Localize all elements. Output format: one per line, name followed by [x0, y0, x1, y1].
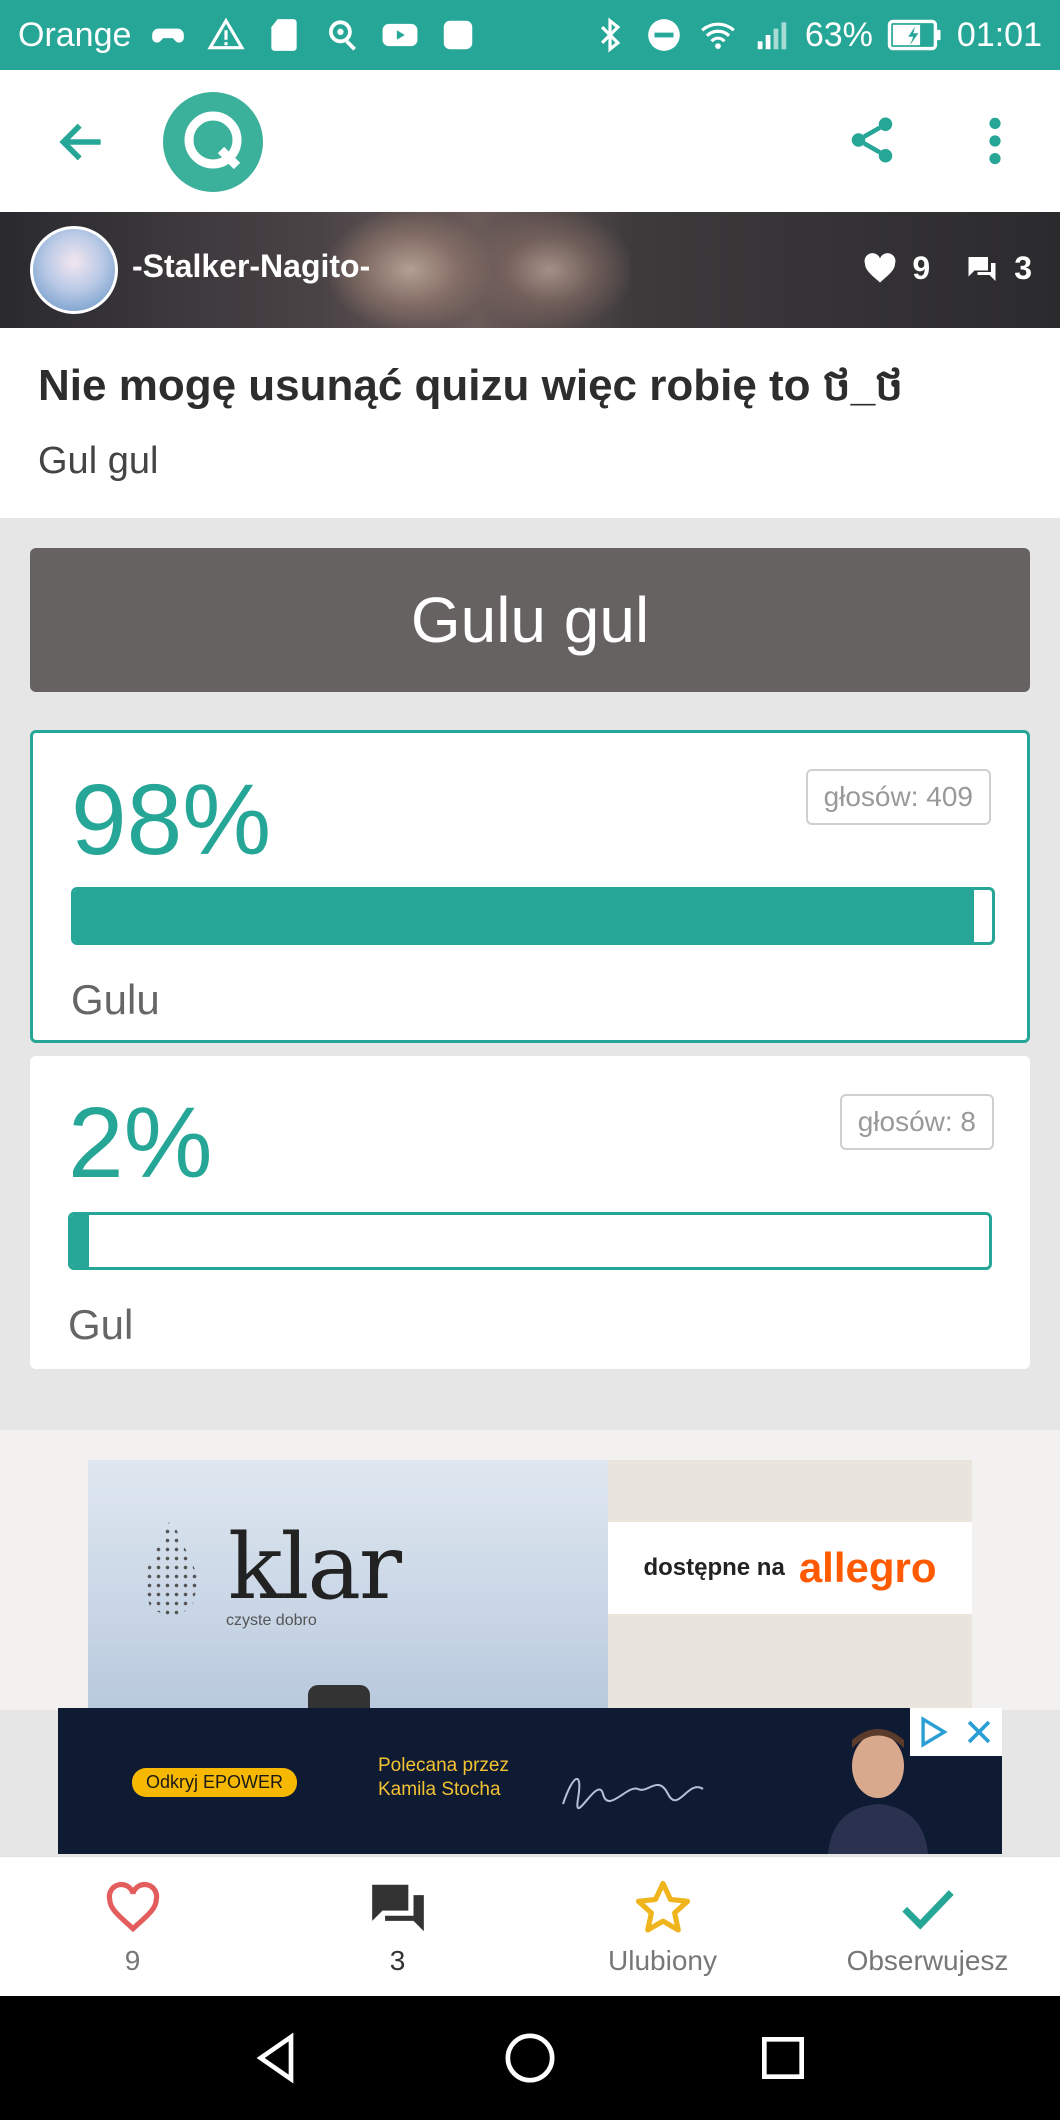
close-icon [967, 1720, 991, 1744]
option-votes-badge: głosów: 8 [839, 1094, 994, 1150]
check-icon [901, 1890, 954, 1930]
nav-home-icon[interactable] [502, 2030, 558, 2086]
quiz-title: Nie mogę usunąć quizu więc robię to ថ_ថ [38, 361, 904, 410]
do-not-disturb-icon [643, 14, 685, 56]
comments-button[interactable]: 3 [265, 1857, 530, 1997]
heart-icon [864, 252, 896, 282]
allegro-badge: dostępne na allegro [608, 1522, 972, 1614]
app-bar [0, 70, 1060, 212]
likes-count: 9 [912, 250, 931, 286]
option-percent: 98% [71, 764, 272, 876]
comments-icon [968, 256, 996, 281]
poll-option[interactable]: 2% głosów: 8 Gul [30, 1056, 1030, 1369]
system-nav-bar [0, 1996, 1060, 2120]
banner-ad[interactable]: Odkryj EPOWER Polecana przez Kamila Stoc… [58, 1708, 1002, 1854]
quiz-subtitle: Gul gul [38, 440, 159, 482]
option-percent: 2% [68, 1087, 213, 1199]
option-progress-fill [71, 1215, 90, 1267]
arrow-left-icon [59, 123, 101, 161]
allegro-logo: allegro [798, 1544, 937, 1591]
signal-icon [751, 14, 793, 56]
carrier-name: Orange [18, 15, 132, 54]
klar-tagline: czyste dobro [226, 1612, 317, 1629]
ad-text: Polecana przez Kamila Stocha [378, 1755, 509, 1800]
favorite-button[interactable]: Ulubiony [530, 1857, 795, 1997]
sd-card-icon [263, 14, 305, 56]
clock: 01:01 [956, 15, 1042, 54]
product-bottle-image [308, 1685, 370, 1710]
more-options-button[interactable] [970, 106, 1020, 176]
share-button[interactable] [842, 110, 902, 170]
poll-question: Gulu gul [30, 548, 1030, 692]
q-logo-icon [184, 111, 242, 170]
ad-choices[interactable] [910, 1708, 1002, 1756]
nav-back-icon[interactable] [249, 2030, 305, 2086]
option-progress-bar [71, 887, 995, 945]
option-votes-badge: głosów: 409 [805, 769, 991, 825]
option-label: Gulu [71, 976, 160, 1023]
option-label: Gul [68, 1301, 134, 1348]
comments-count-label: 3 [389, 1945, 406, 1976]
option-progress-bar [68, 1212, 992, 1270]
favorite-label: Ulubiony [608, 1945, 717, 1976]
available-text: dostępne na [643, 1554, 785, 1581]
poll-option[interactable]: 98% głosów: 409 Gulu [30, 730, 1030, 1043]
app-notification-icon [437, 14, 479, 56]
like-count: 9 [124, 1945, 141, 1976]
ad-choices-icon [921, 1716, 948, 1748]
youtube-icon [379, 14, 421, 56]
location-search-icon [321, 14, 363, 56]
follow-label: Obserwujesz [846, 1945, 1009, 1976]
share-icon [851, 117, 893, 163]
follow-button[interactable]: Obserwujesz [795, 1857, 1060, 1997]
forum-icon [371, 1884, 424, 1932]
author-banner: -Stalker-Nagito- 9 3 [0, 212, 1060, 328]
author-name[interactable]: -Stalker-Nagito- [132, 248, 370, 285]
ad-area: klar czyste dobro dostępne na allegro [0, 1430, 1060, 1710]
wifi-icon [697, 14, 739, 56]
author-avatar[interactable] [30, 226, 118, 314]
comments-count: 3 [1014, 250, 1032, 286]
status-bar: Orange 63% 01:01 [0, 0, 1060, 70]
game-controller-icon [147, 14, 189, 56]
ad-cta-button[interactable]: Odkryj EPOWER [132, 1768, 298, 1797]
quiz-header: Nie mogę usunąć quizu więc robię to ថ_ថ … [0, 328, 1060, 518]
heart-outline-icon [106, 1881, 159, 1933]
author-stats: 9 3 [862, 250, 1032, 287]
battery-charging-icon [885, 14, 945, 56]
klar-ad[interactable]: klar czyste dobro dostępne na allegro [88, 1460, 972, 1710]
back-button[interactable] [50, 110, 114, 174]
like-button[interactable]: 9 [0, 1857, 265, 1997]
star-outline-icon [635, 1880, 690, 1933]
more-vertical-icon [989, 117, 1001, 165]
app-logo[interactable] [163, 92, 263, 192]
option-progress-fill [74, 890, 974, 942]
action-bar: 9 3 Ulubiony Obserwujesz [0, 1856, 1060, 1996]
warning-icon [205, 14, 247, 56]
bluetooth-icon [589, 14, 631, 56]
signature-image [562, 1777, 704, 1809]
klar-brand: klar [228, 1515, 402, 1620]
battery-percent: 63% [804, 15, 873, 54]
nav-recents-icon[interactable] [755, 2030, 811, 2086]
